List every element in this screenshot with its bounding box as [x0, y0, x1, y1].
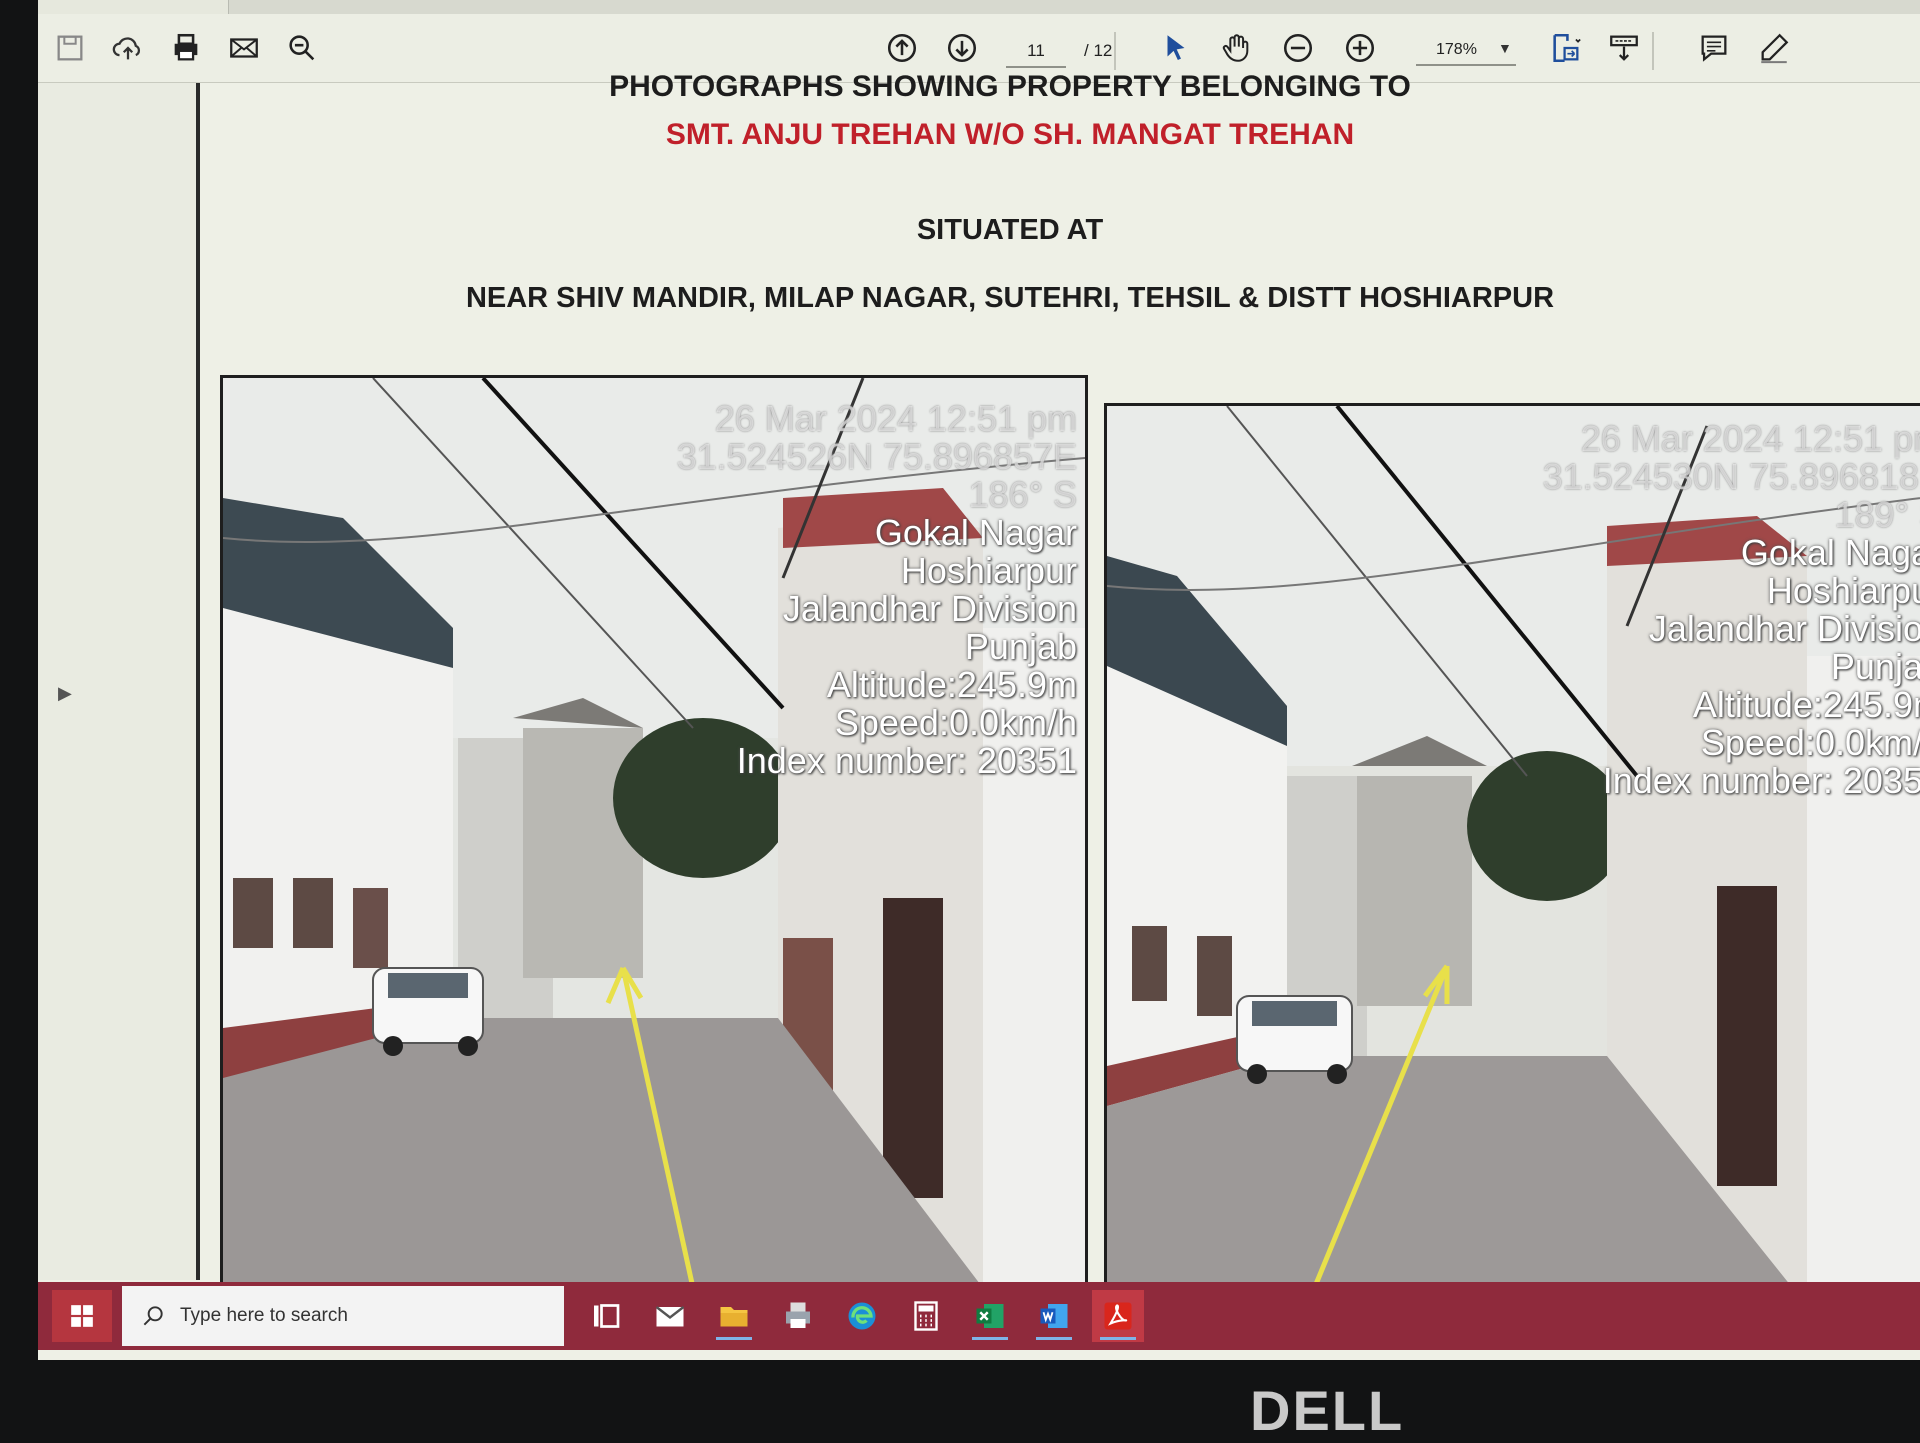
- photo-2-index: Index number: 20352: [1602, 760, 1920, 801]
- doc-situated-at: SITUATED AT: [916, 214, 1104, 246]
- toolbar-divider: [1114, 32, 1116, 70]
- photo-2-coordinates: 31.524530N 75.896818E: [1542, 456, 1920, 497]
- photo-1-coordinates: 31.524526N 75.896857E: [676, 436, 1077, 477]
- photo-1-division: Jalandhar Division: [782, 588, 1077, 629]
- email-icon[interactable]: [224, 28, 264, 68]
- photo-1-datetime: 26 Mar 2024 12:51 pm: [714, 398, 1077, 439]
- acrobat-icon[interactable]: [1092, 1290, 1144, 1342]
- active-indicator: [1036, 1337, 1072, 1340]
- photo-1-state: Punjab: [964, 626, 1077, 667]
- active-indicator: [716, 1337, 752, 1340]
- active-indicator: [972, 1337, 1008, 1340]
- toolbar-divider: [1652, 32, 1654, 70]
- taskbar-search-box[interactable]: Type here to search: [122, 1286, 564, 1346]
- navigation-pane: ▶: [38, 83, 199, 1280]
- monitor-screen: 11 / 12 178% ▼ ▶ PHOTOGRAPHS SHOWING PRO…: [38, 0, 1920, 1360]
- hand-tool-icon[interactable]: [1216, 28, 1256, 68]
- expand-pane-icon[interactable]: ▶: [58, 683, 72, 704]
- photo-1-city: Hoshiarpur: [900, 550, 1077, 591]
- select-cursor-icon[interactable]: [1156, 28, 1196, 68]
- windows-taskbar: Type here to search: [38, 1282, 1920, 1350]
- photo-1-index: Index number: 20351: [736, 740, 1077, 781]
- photo-2-altitude: Altitude:245.9m: [1692, 684, 1920, 725]
- photo-1-geotag: 26 Mar 2024 12:51 pm 31.524526N 75.89685…: [677, 400, 1077, 780]
- word-icon[interactable]: [1028, 1290, 1080, 1342]
- doc-owner-name: SMT. ANJU TREHAN W/O SH. MANGAT TREHAN: [665, 118, 1355, 151]
- photo-1-place: Gokal Nagar: [874, 512, 1077, 553]
- comment-icon[interactable]: [1694, 28, 1734, 68]
- property-photo-2: 26 Mar 2024 12:51 pm 31.524530N 75.89681…: [1104, 403, 1920, 1309]
- photo-2-division: Jalandhar Division: [1648, 608, 1920, 649]
- doc-address: NEAR SHIV MANDIR, MILAP NAGAR, SUTEHRI, …: [465, 282, 1555, 314]
- print-icon[interactable]: [166, 28, 206, 68]
- doc-heading: PHOTOGRAPHS SHOWING PROPERTY BELONGING T…: [609, 70, 1411, 103]
- mail-icon[interactable]: [644, 1290, 696, 1342]
- windows-logo-icon: [71, 1305, 93, 1327]
- page-edge: [196, 83, 200, 1280]
- photo-2-geotag: 26 Mar 2024 12:51 pm 31.524530N 75.89681…: [1543, 420, 1920, 800]
- start-button[interactable]: [52, 1290, 112, 1342]
- chevron-down-icon[interactable]: ▼: [1498, 40, 1512, 56]
- photo-1-speed: Speed:0.0km/h: [834, 702, 1077, 743]
- fit-page-icon[interactable]: [1546, 28, 1586, 68]
- page-number-input[interactable]: 11: [1006, 36, 1066, 68]
- search-placeholder: Type here to search: [180, 1305, 348, 1326]
- edge-browser-icon[interactable]: [836, 1290, 888, 1342]
- previous-page-icon[interactable]: [882, 28, 922, 68]
- dell-logo: DELL: [1250, 1379, 1405, 1442]
- tab-tools[interactable]: [118, 0, 229, 14]
- excel-icon[interactable]: [964, 1290, 1016, 1342]
- photo-1-bearing: 186° S: [968, 474, 1077, 515]
- photo-2-datetime: 26 Mar 2024 12:51 pm: [1580, 418, 1920, 459]
- photo-2-city: Hoshiarpur: [1766, 570, 1920, 611]
- page-total-label: / 12: [1084, 41, 1113, 60]
- property-photo-1: 26 Mar 2024 12:51 pm 31.524526N 75.89685…: [220, 375, 1088, 1291]
- save-icon[interactable]: [50, 28, 90, 68]
- active-indicator: [1100, 1337, 1136, 1340]
- search-icon: [143, 1306, 163, 1326]
- task-view-icon[interactable]: [580, 1290, 632, 1342]
- photo-2-speed: Speed:0.0km/h: [1700, 722, 1920, 763]
- highlight-pen-icon[interactable]: [1754, 28, 1794, 68]
- photo-2-place: Gokal Nagar: [1740, 532, 1920, 573]
- tab-home[interactable]: [38, 0, 119, 14]
- zoom-out-icon[interactable]: [1278, 28, 1318, 68]
- calculator-icon[interactable]: [900, 1290, 952, 1342]
- next-page-icon[interactable]: [942, 28, 982, 68]
- zoom-search-icon[interactable]: [282, 28, 322, 68]
- zoom-in-icon[interactable]: [1340, 28, 1380, 68]
- photo-2-state: Punjab: [1830, 646, 1920, 687]
- photo-1-altitude: Altitude:245.9m: [826, 664, 1077, 705]
- photo-2-bearing: 189° S: [1834, 494, 1920, 535]
- scroll-mode-icon[interactable]: [1604, 28, 1644, 68]
- printer-app-icon[interactable]: [772, 1290, 824, 1342]
- menu-tab-strip: [38, 0, 1920, 14]
- upload-cloud-icon[interactable]: [108, 28, 148, 68]
- file-explorer-icon[interactable]: [708, 1290, 760, 1342]
